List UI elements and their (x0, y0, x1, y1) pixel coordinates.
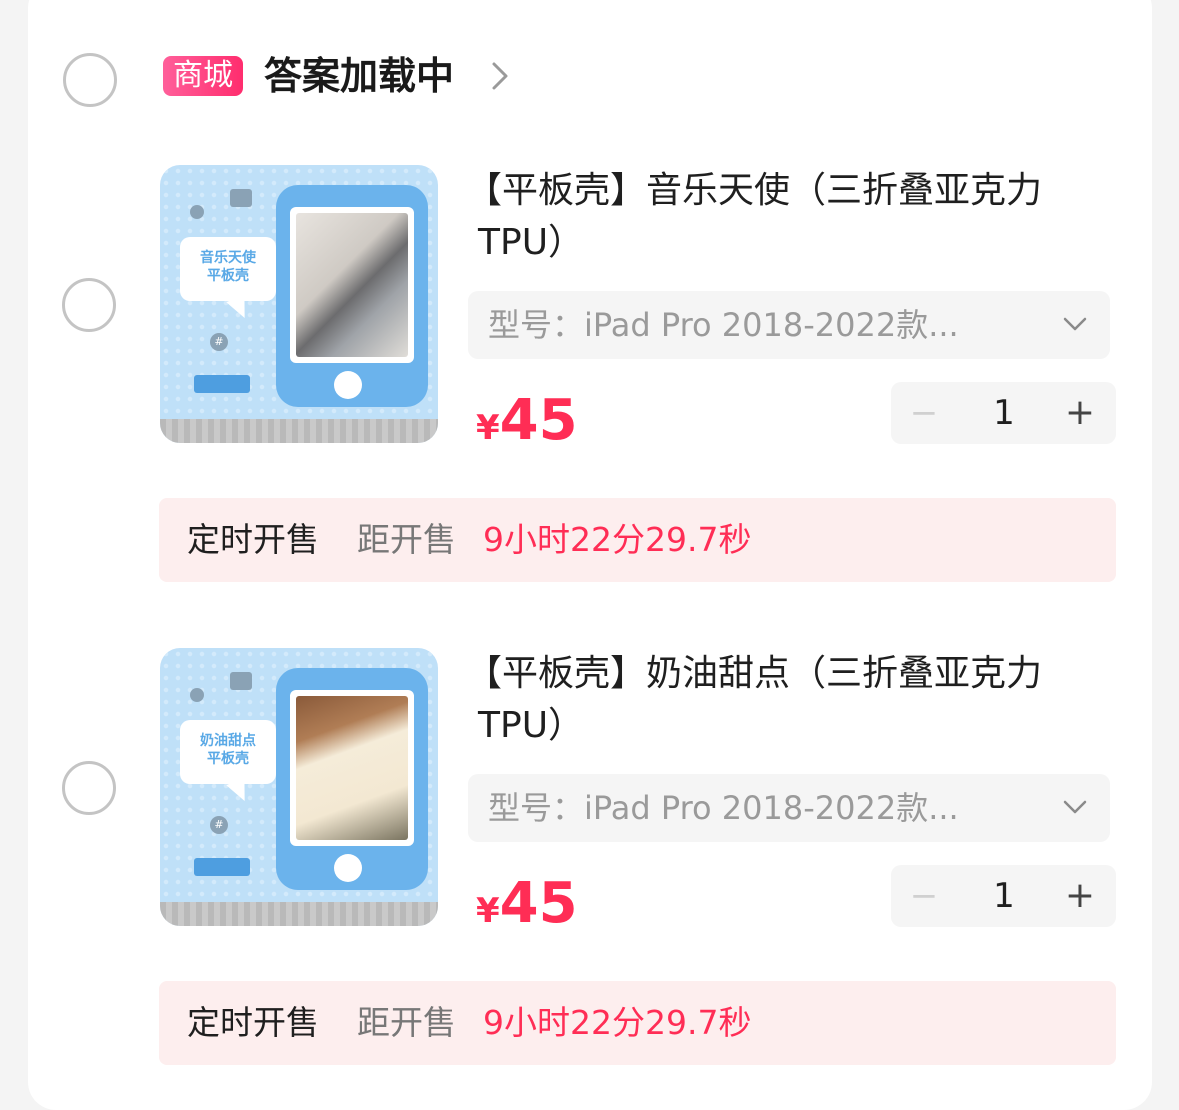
speech-bubble: 奶油甜点 平板壳 (180, 720, 276, 784)
price: ¥45 (476, 388, 578, 453)
chevron-down-icon (1063, 317, 1087, 331)
decor-pill (194, 858, 250, 876)
phone-illustration (276, 185, 428, 407)
mall-badge: 商城 (163, 56, 243, 96)
increase-button[interactable]: + (1063, 390, 1097, 436)
sale-label: 定时开售 (187, 520, 319, 559)
phone-illustration (276, 668, 428, 890)
product-thumbnail[interactable]: 奶油甜点 平板壳 # (160, 648, 438, 926)
product-thumbnail[interactable]: 音乐天使 平板壳 # (160, 165, 438, 443)
variant-selector[interactable]: 型号：iPad Pro 2018-2022款... (468, 291, 1110, 359)
chevron-right-icon[interactable] (488, 58, 512, 94)
decrease-button[interactable]: − (909, 873, 939, 919)
variant-text: 型号：iPad Pro 2018-2022款... (488, 789, 959, 827)
product-photo (296, 696, 408, 840)
quantity-value[interactable]: 1 (987, 873, 1021, 919)
increase-button[interactable]: + (1063, 873, 1097, 919)
sale-distance-label: 距开售 (357, 520, 456, 559)
home-button-icon (334, 371, 362, 399)
home-button-icon (334, 854, 362, 882)
quantity-stepper: − 1 + (891, 865, 1116, 927)
sale-countdown: 9小时22分29.7秒 (483, 520, 752, 559)
shop-select-radio[interactable] (63, 53, 117, 107)
thumb-caption: 平板壳 (207, 751, 249, 767)
hash-icon: # (210, 333, 228, 351)
scheduled-sale-bar: 定时开售 距开售 9小时22分29.7秒 (159, 981, 1116, 1065)
product-photo (296, 213, 408, 357)
quantity-stepper: − 1 + (891, 382, 1116, 444)
thumb-caption: 奶油甜点 (200, 733, 256, 749)
speech-bubble: 音乐天使 平板壳 (180, 237, 276, 301)
leaf-icon (230, 189, 252, 207)
smiley-icon (190, 205, 204, 219)
shop-name[interactable]: 答案加载中 (264, 50, 454, 102)
variant-selector[interactable]: 型号：iPad Pro 2018-2022款... (468, 774, 1110, 842)
hash-icon: # (210, 816, 228, 834)
smiley-icon (190, 688, 204, 702)
sale-countdown: 9小时22分29.7秒 (483, 1003, 752, 1042)
leaf-icon (230, 672, 252, 690)
sale-label: 定时开售 (187, 1003, 319, 1042)
decor-pill (194, 375, 250, 393)
quantity-value[interactable]: 1 (987, 390, 1021, 436)
sale-distance-label: 距开售 (357, 1003, 456, 1042)
product-title[interactable]: 【平板壳】奶油甜点（三折叠亚克力 TPU） (466, 648, 1066, 752)
item-select-radio[interactable] (62, 278, 116, 332)
variant-text: 型号：iPad Pro 2018-2022款... (488, 306, 959, 344)
thumb-caption: 平板壳 (207, 268, 249, 284)
decrease-button[interactable]: − (909, 390, 939, 436)
thumb-caption: 音乐天使 (200, 250, 256, 266)
scheduled-sale-bar: 定时开售 距开售 9小时22分29.7秒 (159, 498, 1116, 582)
price: ¥45 (476, 871, 578, 936)
chevron-down-icon (1063, 800, 1087, 814)
item-select-radio[interactable] (62, 761, 116, 815)
product-title[interactable]: 【平板壳】音乐天使（三折叠亚克力 TPU） (466, 165, 1066, 269)
